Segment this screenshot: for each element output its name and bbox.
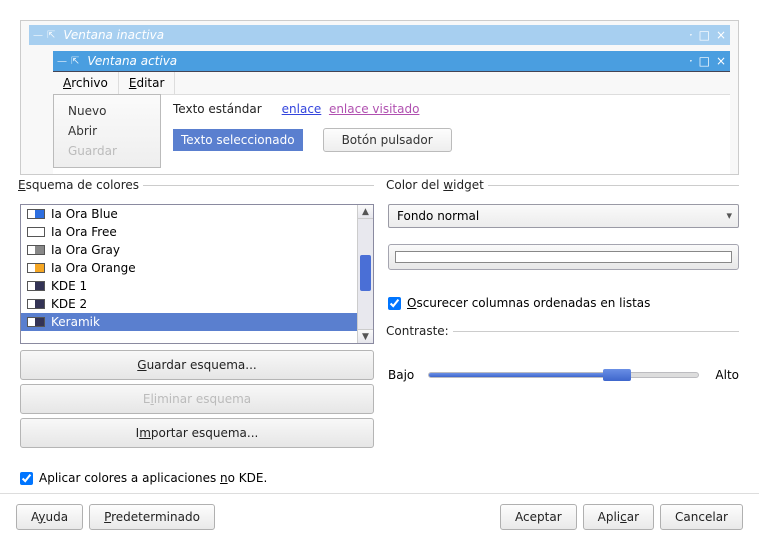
scheme-item[interactable]: Keramik bbox=[21, 313, 373, 331]
push-button-sample[interactable]: Botón pulsador bbox=[323, 128, 452, 152]
link-sample[interactable]: enlace bbox=[282, 102, 322, 116]
preview-area: — ⇱ Ventana inactiva · □ × — ⇱ Ventana a… bbox=[20, 20, 739, 175]
maximize-icon: □ bbox=[699, 28, 710, 42]
scheme-item[interactable]: Ia Ora Free bbox=[21, 223, 373, 241]
scheme-item-label: Ia Ora Blue bbox=[51, 207, 118, 221]
scroll-thumb[interactable] bbox=[360, 255, 371, 291]
menu-item-save: Guardar bbox=[54, 141, 160, 161]
scheme-swatch-icon bbox=[27, 245, 45, 255]
pin-icon: ⇱ bbox=[71, 56, 79, 67]
pin-icon: ⇱ bbox=[47, 30, 55, 41]
import-scheme-button[interactable]: Importar esquema... bbox=[20, 418, 374, 448]
preview-menubar: Archivo Editar bbox=[53, 72, 730, 95]
visited-link-sample[interactable]: enlace visitado bbox=[329, 102, 420, 116]
scheme-item-label: KDE 1 bbox=[51, 279, 87, 293]
widget-color-dropdown[interactable]: Fondo normal bbox=[388, 204, 739, 228]
contrast-slider[interactable] bbox=[428, 372, 699, 378]
selected-text-sample: Texto seleccionado bbox=[173, 129, 303, 151]
ok-button[interactable]: Aceptar bbox=[500, 504, 577, 530]
contrast-legend: Contraste: bbox=[386, 324, 453, 338]
scheme-item[interactable]: Ia Ora Orange bbox=[21, 259, 373, 277]
scheme-item-label: Keramik bbox=[51, 315, 100, 329]
minimize-icon: — bbox=[33, 30, 43, 41]
menu-item-new[interactable]: Nuevo bbox=[54, 101, 160, 121]
inactive-window-titlebar: — ⇱ Ventana inactiva · □ × bbox=[29, 25, 730, 45]
minimize-icon: — bbox=[57, 56, 67, 67]
cancel-button[interactable]: Cancelar bbox=[660, 504, 743, 530]
contrast-high-label: Alto bbox=[709, 368, 739, 382]
apply-non-kde-row: Aplicar colores a aplicaciones no KDE. bbox=[20, 471, 267, 485]
standard-text-sample: Texto estándar bbox=[173, 102, 262, 116]
save-scheme-button[interactable]: Guardar esquema... bbox=[20, 350, 374, 380]
color-schemes-group: Esquema de colores Ia Ora Blue Ia Ora Fre… bbox=[20, 178, 374, 456]
close-icon: × bbox=[716, 28, 726, 42]
active-window-title: Ventana activa bbox=[83, 54, 684, 68]
scheme-swatch-icon bbox=[27, 317, 45, 327]
darken-sorted-label: Oscurecer columnas ordenadas en listas bbox=[407, 296, 650, 310]
color-schemes-listbox[interactable]: Ia Ora Blue Ia Ora Free Ia Ora Gray Ia Ora … bbox=[20, 204, 374, 344]
scroll-up-icon[interactable]: ▲ bbox=[358, 205, 373, 219]
scheme-item[interactable]: Ia Ora Gray bbox=[21, 241, 373, 259]
preview-window-body: Archivo Editar Nuevo Abrir Guardar Texto… bbox=[53, 71, 730, 174]
scheme-item-label: Ia Ora Gray bbox=[51, 243, 120, 257]
scheme-item-label: Ia Ora Orange bbox=[51, 261, 136, 275]
widget-color-legend: Color del widget bbox=[386, 178, 488, 192]
maximize-icon: □ bbox=[699, 54, 710, 68]
scheme-swatch-icon bbox=[27, 263, 45, 273]
defaults-button[interactable]: Predeterminado bbox=[89, 504, 215, 530]
inactive-window-title: Ventana inactiva bbox=[59, 28, 684, 42]
apply-non-kde-checkbox[interactable] bbox=[20, 472, 33, 485]
widget-color-group: Color del widget Fondo normal bbox=[388, 178, 739, 278]
scheme-item[interactable]: KDE 2 bbox=[21, 295, 373, 313]
color-swatch bbox=[395, 251, 732, 263]
help-icon: · bbox=[689, 28, 693, 42]
contrast-group: Contraste: Bajo Alto bbox=[388, 324, 739, 390]
scheme-item-label: Ia Ora Free bbox=[51, 225, 117, 239]
dialog-footer: Ayuda Predeterminado Aceptar Aplicar Can… bbox=[0, 493, 759, 539]
apply-non-kde-label: Aplicar colores a aplicaciones no KDE. bbox=[39, 471, 267, 485]
scheme-swatch-icon bbox=[27, 299, 45, 309]
scroll-down-icon[interactable]: ▼ bbox=[358, 329, 373, 343]
contrast-low-label: Bajo bbox=[388, 368, 418, 382]
scheme-item-label: KDE 2 bbox=[51, 297, 87, 311]
delete-scheme-button: Eliminar esquema bbox=[20, 384, 374, 414]
widget-color-value: Fondo normal bbox=[397, 209, 479, 223]
scheme-swatch-icon bbox=[27, 227, 45, 237]
scheme-item[interactable]: Ia Ora Blue bbox=[21, 205, 373, 223]
darken-sorted-check-row: Oscurecer columnas ordenadas en listas bbox=[388, 296, 739, 310]
menu-item-open[interactable]: Abrir bbox=[54, 121, 160, 141]
help-button[interactable]: Ayuda bbox=[16, 504, 83, 530]
help-icon: · bbox=[689, 54, 693, 68]
color-schemes-legend: Esquema de colores bbox=[18, 178, 143, 192]
scheme-swatch-icon bbox=[27, 281, 45, 291]
menu-edit[interactable]: Editar bbox=[119, 72, 176, 94]
slider-handle[interactable] bbox=[603, 369, 631, 381]
listbox-scrollbar[interactable]: ▲ ▼ bbox=[357, 205, 373, 343]
menu-file-dropdown: Nuevo Abrir Guardar bbox=[53, 94, 161, 168]
scheme-swatch-icon bbox=[27, 209, 45, 219]
close-icon: × bbox=[716, 54, 726, 68]
menu-file[interactable]: Archivo bbox=[53, 72, 119, 94]
apply-button[interactable]: Aplicar bbox=[583, 504, 654, 530]
active-window-titlebar: — ⇱ Ventana activa · □ × bbox=[53, 51, 730, 71]
scheme-item[interactable]: KDE 1 bbox=[21, 277, 373, 295]
darken-sorted-checkbox[interactable] bbox=[388, 297, 401, 310]
widget-color-picker[interactable] bbox=[388, 244, 739, 270]
